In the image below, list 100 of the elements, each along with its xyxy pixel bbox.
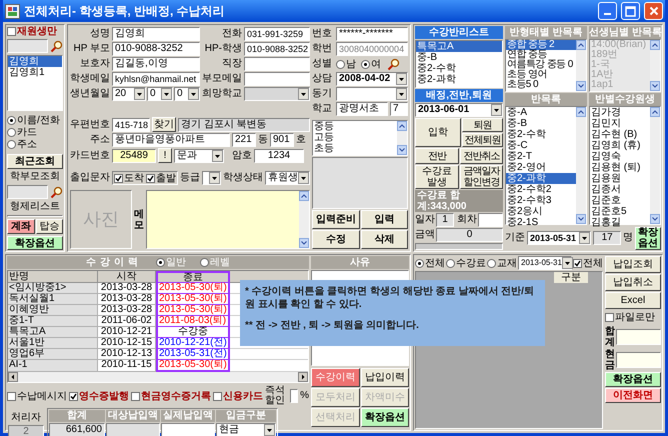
list-item[interactable]: 고등 bbox=[313, 132, 397, 143]
text-field[interactable] bbox=[478, 213, 503, 227]
scroll-down-icon[interactable] bbox=[576, 214, 586, 224]
text-field[interactable]: 김길동,이영 bbox=[112, 57, 200, 71]
search-button[interactable] bbox=[49, 185, 63, 200]
maximize-button[interactable] bbox=[621, 2, 640, 20]
list-item[interactable]: 김영희 (휴) bbox=[590, 140, 650, 151]
text-field[interactable]: 1 bbox=[436, 213, 454, 227]
list-item[interactable]: 중2-수학 bbox=[506, 129, 576, 140]
minimize-button[interactable] bbox=[598, 2, 617, 20]
search-button[interactable] bbox=[386, 57, 400, 71]
list-item[interactable]: 김수현 (B) bbox=[590, 129, 650, 140]
button[interactable]: 최근조회 bbox=[7, 154, 63, 170]
list-item[interactable]: 김영숙 bbox=[590, 151, 650, 162]
dropdown[interactable]: 현금 bbox=[216, 423, 276, 436]
list-item[interactable]: 김영희1 bbox=[8, 67, 62, 78]
checkbox[interactable] bbox=[69, 392, 78, 400]
text-field[interactable]: 광명서초 bbox=[336, 102, 388, 116]
button[interactable]: 전체퇴원 bbox=[462, 133, 503, 147]
list-item[interactable]: 김용원 bbox=[590, 173, 650, 184]
text-field[interactable] bbox=[106, 423, 160, 436]
list-item[interactable]: 중2-T bbox=[506, 151, 576, 162]
search-button[interactable] bbox=[49, 39, 63, 53]
list-item[interactable]: 중2-수학2 bbox=[506, 184, 576, 195]
button[interactable]: 탑승 bbox=[36, 219, 63, 234]
list-item[interactable]: 김가경 bbox=[590, 107, 650, 118]
dropdown[interactable]: 2013-06-01 bbox=[415, 103, 503, 117]
radio-button[interactable] bbox=[7, 128, 16, 138]
scrollbar[interactable] bbox=[576, 40, 586, 91]
text-field[interactable] bbox=[244, 72, 310, 86]
dropdown[interactable]: 휴원생 bbox=[265, 171, 310, 185]
button[interactable]: 입력준비 bbox=[312, 210, 360, 229]
radio-button[interactable] bbox=[7, 140, 16, 150]
list-item[interactable]: 여름특강 중등 0 bbox=[506, 60, 576, 70]
text-field[interactable]: 901 bbox=[270, 133, 294, 147]
checkbox[interactable] bbox=[7, 27, 16, 36]
radio-button[interactable] bbox=[7, 116, 16, 126]
scroll-left-icon[interactable] bbox=[8, 372, 18, 382]
list-item[interactable]: 중-B bbox=[506, 118, 576, 129]
text-field[interactable] bbox=[161, 423, 215, 436]
checkbox[interactable] bbox=[146, 174, 155, 182]
scroll-down-icon[interactable] bbox=[576, 81, 586, 91]
list-item[interactable]: 김민지 bbox=[590, 118, 650, 129]
button[interactable]: 확장옵션 bbox=[7, 236, 63, 250]
scroll-down-icon[interactable] bbox=[397, 145, 407, 155]
list-item[interactable]: 김홍길 bbox=[590, 217, 650, 228]
text-field[interactable]: 415-718 bbox=[112, 118, 150, 132]
radio-button[interactable] bbox=[156, 258, 165, 267]
text-field[interactable]: 경기 김포시 북변동 bbox=[178, 118, 310, 132]
text-field[interactable]: 풍년마을영풍아파트 bbox=[112, 133, 230, 147]
list-item[interactable]: 중2-과학 bbox=[416, 74, 502, 85]
button[interactable]: 수강료 발생 bbox=[415, 165, 458, 189]
list-item[interactable]: 초등 영어 bbox=[506, 70, 576, 80]
button[interactable]: 입력 bbox=[360, 210, 408, 229]
list-item[interactable]: 김준호5 bbox=[590, 206, 650, 217]
button[interactable]: 납입이력 bbox=[360, 368, 409, 387]
button[interactable]: 수정 bbox=[312, 230, 360, 249]
search-field[interactable] bbox=[7, 39, 48, 53]
button[interactable]: 찾기 bbox=[152, 117, 176, 132]
text-field[interactable]: 010-9088-3252 bbox=[244, 42, 310, 56]
list-item[interactable]: 중2-수학3 bbox=[506, 195, 576, 206]
text-field[interactable]: 17 bbox=[593, 231, 622, 245]
list-item[interactable]: 초등 bbox=[313, 143, 397, 154]
memo-field[interactable] bbox=[146, 190, 310, 249]
scroll-up-icon[interactable] bbox=[650, 107, 660, 117]
button[interactable]: 납입조회 bbox=[605, 256, 661, 273]
checkbox[interactable] bbox=[573, 258, 582, 268]
dropdown[interactable]: 2013-05-31 bbox=[518, 256, 572, 270]
dropdown[interactable]: 문과 bbox=[174, 148, 224, 162]
button[interactable]: 전반취소 bbox=[460, 148, 503, 164]
list-item[interactable]: 중-C bbox=[506, 140, 576, 151]
text-field[interactable]: 010-9088-3252 bbox=[112, 42, 200, 56]
text-field[interactable] bbox=[616, 329, 661, 345]
dropdown[interactable] bbox=[202, 171, 221, 185]
dropdown[interactable]: 2013-05-31 bbox=[527, 231, 592, 245]
text-field[interactable]: 221 bbox=[232, 133, 256, 147]
list-item[interactable]: 중2응시 bbox=[506, 206, 576, 217]
list-item[interactable]: 종합 중등 2 bbox=[506, 40, 576, 50]
list-item[interactable]: 중2-영어 bbox=[506, 162, 576, 173]
scrollbar[interactable] bbox=[299, 191, 309, 248]
button[interactable]: 납입취소 bbox=[605, 274, 661, 291]
scroll-up-icon[interactable] bbox=[397, 121, 407, 131]
text-field[interactable]: 031-991-3259 bbox=[244, 27, 310, 41]
list-item[interactable]: 연합 중등 bbox=[506, 50, 576, 60]
text-field[interactable] bbox=[616, 352, 661, 368]
list-item[interactable]: 중2-과학 bbox=[506, 173, 576, 184]
button[interactable]: 전반 bbox=[415, 148, 458, 164]
scroll-down-icon[interactable] bbox=[650, 214, 660, 224]
button[interactable]: 계좌 bbox=[7, 219, 34, 234]
list-item[interactable]: 중등 bbox=[313, 121, 397, 132]
list-item[interactable]: 김용현 (퇴) bbox=[590, 162, 650, 173]
scrollbar[interactable] bbox=[397, 121, 407, 155]
list-item[interactable]: 중-A bbox=[506, 107, 576, 118]
button[interactable]: 입학 bbox=[415, 118, 460, 147]
button[interactable]: 금액일자 할인변경 bbox=[460, 165, 503, 189]
text-field[interactable]: ******-******* bbox=[336, 27, 408, 41]
text-field[interactable] bbox=[244, 57, 310, 71]
text-field[interactable]: 0 bbox=[436, 228, 503, 242]
list-item[interactable]: 김준호 bbox=[590, 195, 650, 206]
dropdown[interactable]: 2008-04-02 bbox=[336, 72, 408, 86]
